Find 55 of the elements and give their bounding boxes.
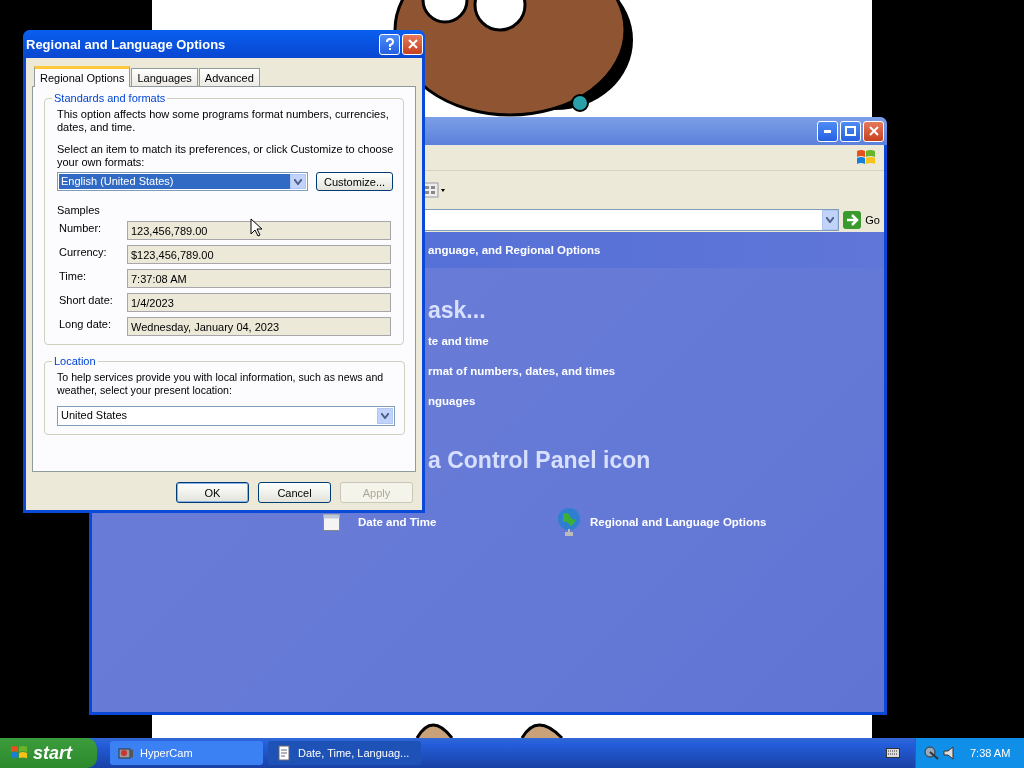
keyboard-icon — [886, 748, 900, 758]
location-dropdown[interactable]: United States — [57, 406, 395, 426]
taskbar-button[interactable]: Date, Time, Languag... — [268, 741, 421, 765]
group-title: Standards and formats — [53, 92, 167, 104]
sample-label: Short date: — [58, 293, 114, 306]
description-text: To help services provide you with local information, such as news and weather, select your present location: — [57, 371, 385, 397]
dialog-button[interactable]: Cancel — [258, 482, 331, 503]
clock: 7:38 AM — [970, 747, 1011, 759]
mouse-pointer-icon — [250, 218, 262, 237]
sample-value-field: 7:37:08 AM — [127, 269, 391, 288]
sample-label: Currency: — [58, 245, 108, 258]
tab[interactable]: Advanced — [198, 68, 260, 86]
sample-label: Long date: — [58, 317, 112, 330]
task-link[interactable]: rmat of numbers, dates, and times — [428, 364, 616, 378]
tab[interactable]: Languages — [131, 68, 198, 86]
sample-label: Time: — [58, 269, 88, 282]
help-button[interactable] — [379, 33, 400, 55]
taskbar-button[interactable]: HyperCam — [110, 741, 263, 765]
minimize-icon — [823, 129, 832, 133]
question-mark-icon — [384, 37, 395, 51]
close-icon — [407, 39, 418, 49]
instruction-text: Select an item to match its preferences, or click Customize to choose your own formats: — [57, 143, 394, 169]
calendar-icon — [323, 513, 340, 531]
tab[interactable]: Regional Options — [34, 66, 131, 87]
start-button[interactable]: start — [0, 738, 97, 768]
control-panel-item[interactable]: Date and Time — [323, 506, 556, 538]
samples-label: Samples — [57, 204, 101, 216]
task-link[interactable]: te and time — [428, 334, 489, 348]
windows-logo-icon — [856, 148, 876, 167]
page-title: anguage, and Regional Options — [428, 244, 601, 256]
description-text: This option affects how some programs format numbers, currencies, dates, and time. — [57, 108, 390, 134]
customize-button[interactable]: Customize... — [316, 172, 394, 191]
sample-value-field: Wednesday, January 04, 2023 — [127, 317, 391, 336]
sample-label: Number: — [58, 221, 103, 234]
dialog-button[interactable]: OK — [176, 482, 249, 503]
document-icon — [276, 745, 292, 761]
close-icon — [868, 126, 879, 136]
maximize-button[interactable] — [840, 120, 861, 142]
camera-icon — [118, 745, 134, 761]
sample-value-field: 1/4/2023 — [127, 293, 391, 312]
control-panel-item[interactable]: Regional and Language Options — [556, 506, 767, 538]
icon-heading: a Control Panel icon — [428, 446, 651, 474]
close-button[interactable] — [402, 33, 423, 55]
format-dropdown[interactable]: English (United States) — [57, 172, 308, 191]
task-link[interactable]: nguages — [428, 394, 476, 408]
windows-logo-icon — [10, 745, 28, 761]
globe-icon — [556, 506, 582, 538]
close-button[interactable] — [863, 120, 884, 142]
sample-value-field: 123,456,789.00 — [127, 221, 391, 240]
minimize-button[interactable] — [817, 120, 838, 142]
task-heading: ask... — [428, 296, 486, 324]
maximize-icon — [845, 126, 856, 136]
sample-value-field: $123,456,789.00 — [127, 245, 391, 264]
window-title: Regional and Language Options — [26, 36, 227, 52]
group-title: Location — [53, 355, 97, 367]
